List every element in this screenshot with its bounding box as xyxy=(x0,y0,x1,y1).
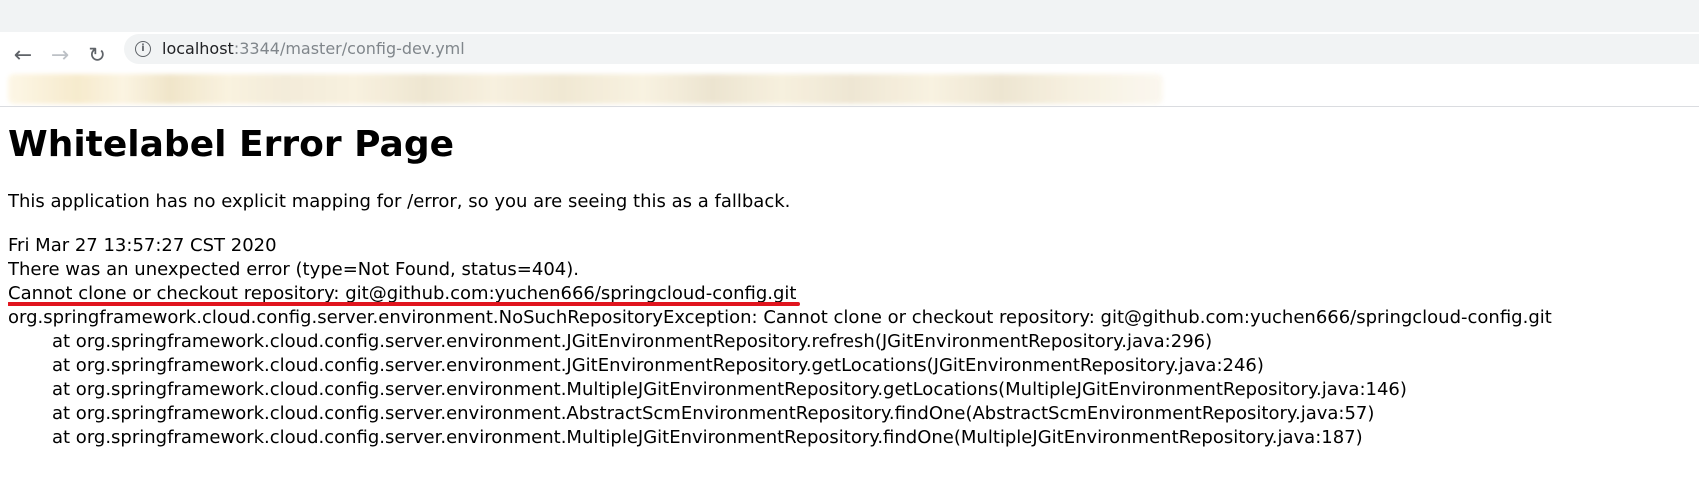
stack-trace-line: at org.springframework.cloud.config.serv… xyxy=(52,403,1375,424)
fallback-message: This application has no explicit mapping… xyxy=(8,191,791,212)
back-button[interactable]: ← xyxy=(8,40,38,70)
url-path: :3344/master/config-dev.yml xyxy=(233,39,465,58)
reload-button[interactable]: ↻ xyxy=(82,40,112,70)
address-bar[interactable]: i localhost:3344/master/config-dev.yml xyxy=(124,34,1699,64)
blurred-bookmarks xyxy=(8,74,1163,104)
stack-trace-line: at org.springframework.cloud.config.serv… xyxy=(52,379,1407,400)
arrow-left-icon: ← xyxy=(13,42,33,68)
url-text[interactable]: localhost:3344/master/config-dev.yml xyxy=(162,39,465,59)
exception-line: org.springframework.cloud.config.server.… xyxy=(8,307,1552,328)
stack-trace-line: at org.springframework.cloud.config.serv… xyxy=(52,427,1363,448)
error-summary: There was an unexpected error (type=Not … xyxy=(8,259,579,280)
window-tab-strip xyxy=(0,0,1699,32)
reload-icon: ↻ xyxy=(88,43,106,67)
error-timestamp: Fri Mar 27 13:57:27 CST 2020 xyxy=(8,235,277,256)
page-content: Whitelabel Error Page This application h… xyxy=(8,107,1699,482)
page-title: Whitelabel Error Page xyxy=(8,124,455,165)
info-icon[interactable]: i xyxy=(135,41,151,57)
arrow-right-icon: → xyxy=(50,42,70,68)
stack-trace-line: at org.springframework.cloud.config.serv… xyxy=(52,331,1213,352)
stack-trace-line: at org.springframework.cloud.config.serv… xyxy=(52,355,1264,376)
bookmarks-bar xyxy=(0,70,1699,106)
highlight-underline xyxy=(8,302,800,306)
error-details: Fri Mar 27 13:57:27 CST 2020 There was a… xyxy=(8,234,1552,450)
forward-button[interactable]: → xyxy=(45,40,75,70)
url-host: localhost xyxy=(162,39,234,58)
